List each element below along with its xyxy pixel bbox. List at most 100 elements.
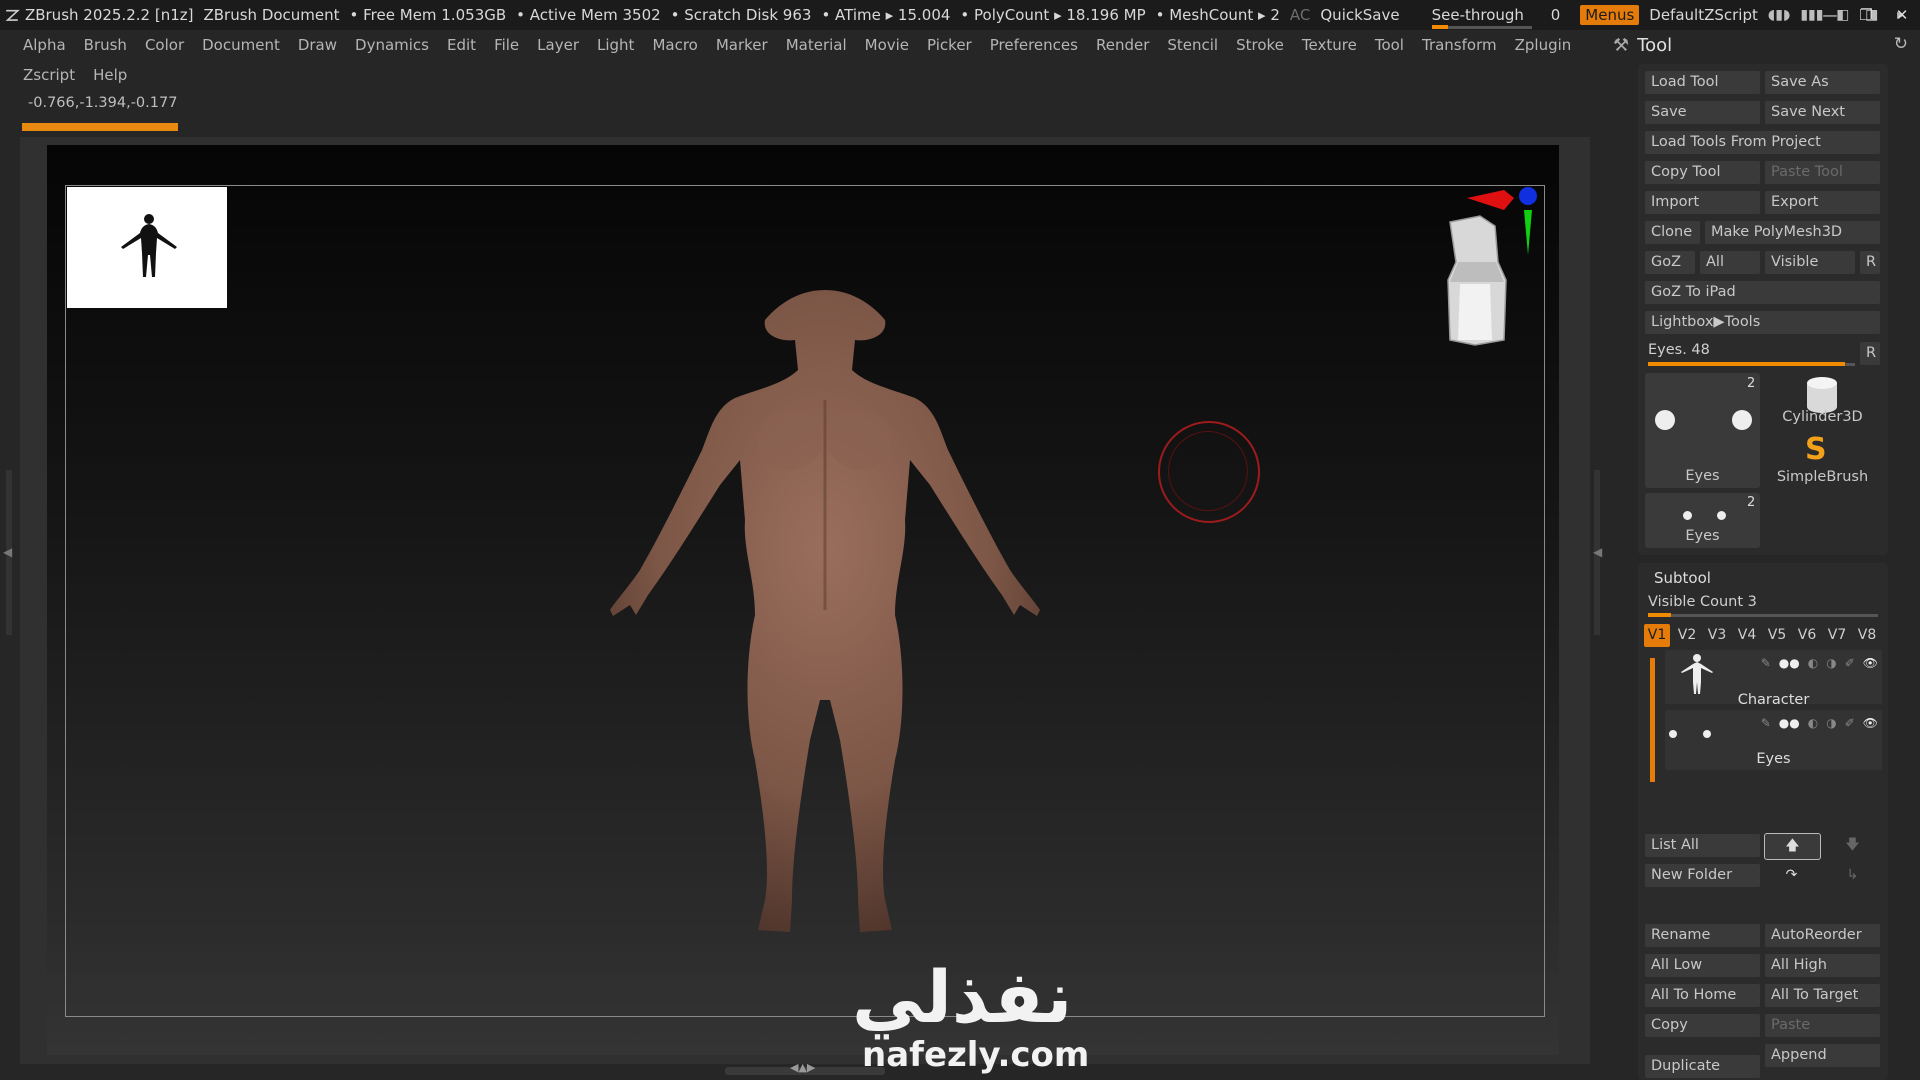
left-tray-arrow-icon[interactable]: ◀ [3, 545, 12, 559]
menu-dynamics[interactable]: Dynamics [346, 30, 438, 60]
tool-tile-eyes-large[interactable]: 2 Eyes [1645, 373, 1760, 488]
append-button[interactable]: Append [1765, 1044, 1880, 1067]
orientation-gizmo[interactable] [1400, 180, 1550, 350]
redo-arrow-icon[interactable]: ↷ [1764, 863, 1819, 888]
menu-edit[interactable]: Edit [438, 30, 485, 60]
right-tray-arrow-icon[interactable]: ◀ [1593, 545, 1602, 559]
save-as-button[interactable]: Save As [1765, 71, 1880, 94]
navigator-thumbnail[interactable] [67, 187, 227, 308]
menu-brush[interactable]: Brush [75, 30, 136, 60]
copy-tool-button[interactable]: Copy Tool [1645, 161, 1760, 184]
tool-tile-cylinder3d[interactable]: Cylinder3D [1765, 373, 1880, 428]
brush-icon[interactable]: ✎ [1761, 716, 1771, 730]
list-all-button[interactable]: List All [1645, 834, 1760, 857]
menu-picker[interactable]: Picker [918, 30, 981, 60]
paint-icon[interactable]: ✐ [1845, 656, 1855, 670]
goz-visible-button[interactable]: Visible [1765, 251, 1855, 274]
new-folder-button[interactable]: New Folder [1645, 864, 1760, 887]
save-next-button[interactable]: Save Next [1765, 101, 1880, 124]
default-zscript-button[interactable]: DefaultZScript [1649, 6, 1758, 24]
eye-icon[interactable]: 👁 [1863, 716, 1878, 730]
lightbox-tools-button[interactable]: Lightbox▶Tools [1645, 311, 1880, 334]
goz-all-button[interactable]: All [1700, 251, 1760, 274]
gizmo-x-axis-icon[interactable] [1467, 190, 1514, 210]
all-to-target-button[interactable]: All To Target [1765, 984, 1880, 1007]
dynamic-icon[interactable]: ◑ [1826, 716, 1836, 730]
menu-draw[interactable]: Draw [289, 30, 346, 60]
save-button[interactable]: Save [1645, 101, 1760, 124]
move-down-icon[interactable]: 🡇 [1825, 833, 1880, 858]
clone-button[interactable]: Clone [1645, 221, 1700, 244]
make-polymesh3d-button[interactable]: Make PolyMesh3D [1705, 221, 1880, 244]
subtool-tab-v5[interactable]: V5 [1764, 624, 1790, 647]
menu-stroke[interactable]: Stroke [1227, 30, 1293, 60]
paste-button[interactable]: Paste [1765, 1014, 1880, 1037]
layout-narrow-icon[interactable]: ◖▮◗ [1768, 5, 1790, 25]
menu-movie[interactable]: Movie [856, 30, 918, 60]
menu-tool[interactable]: Tool [1366, 30, 1413, 60]
tool-tile-simplebrush[interactable]: S SimpleBrush [1765, 432, 1880, 488]
all-to-home-button[interactable]: All To Home [1645, 984, 1760, 1007]
menu-material[interactable]: Material [777, 30, 856, 60]
see-through-slider[interactable]: See-through 0 [1431, 6, 1571, 29]
goz-button[interactable]: GoZ [1645, 251, 1695, 274]
move-up-icon[interactable]: 🡅 [1764, 833, 1821, 860]
all-high-button[interactable]: All High [1765, 954, 1880, 977]
subtool-tab-v7[interactable]: V7 [1824, 624, 1850, 647]
toggle-icon[interactable]: ●● [1779, 716, 1800, 730]
menu-help[interactable]: Help [84, 60, 136, 90]
menus-toggle-button[interactable]: Menus [1580, 5, 1640, 25]
ghost-icon[interactable]: ◐ [1808, 656, 1818, 670]
load-tool-button[interactable]: Load Tool [1645, 71, 1760, 94]
goz-to-ipad-button[interactable]: GoZ To iPad [1645, 281, 1880, 304]
export-button[interactable]: Export [1765, 191, 1880, 214]
minimize-icon[interactable]: — [1812, 6, 1848, 24]
menu-preferences[interactable]: Preferences [981, 30, 1087, 60]
ghost-icon[interactable]: ◐ [1808, 716, 1818, 730]
menu-layer[interactable]: Layer [528, 30, 588, 60]
eye-icon[interactable]: 👁 [1863, 656, 1878, 670]
menu-transform[interactable]: Transform [1413, 30, 1506, 60]
menu-zscript[interactable]: Zscript [14, 60, 84, 90]
menu-alpha[interactable]: Alpha [14, 30, 75, 60]
menu-color[interactable]: Color [136, 30, 193, 60]
return-arrow-icon[interactable]: ↳ [1825, 863, 1880, 888]
subtool-tab-v4[interactable]: V4 [1734, 624, 1760, 647]
eyes-slider-fill[interactable] [1648, 362, 1845, 366]
subtool-tab-v3[interactable]: V3 [1704, 624, 1730, 647]
goz-r-button[interactable]: R [1860, 251, 1880, 274]
tool-tile-eyes-small[interactable]: 2 Eyes [1645, 493, 1760, 548]
gizmo-y-axis-icon[interactable] [1524, 210, 1532, 255]
menu-light[interactable]: Light [588, 30, 643, 60]
rename-button[interactable]: Rename [1645, 924, 1760, 947]
dynamic-icon[interactable]: ◑ [1826, 656, 1836, 670]
character-model[interactable] [530, 280, 1120, 950]
menu-document[interactable]: Document [193, 30, 289, 60]
copy-button[interactable]: Copy [1645, 1014, 1760, 1037]
maximize-icon[interactable]: ❐ [1848, 6, 1884, 24]
bottom-tray-arrow-icon[interactable]: ◀▲▶ [790, 1061, 815, 1074]
paste-tool-button[interactable]: Paste Tool [1765, 161, 1880, 184]
subtool-title[interactable]: Subtool [1654, 569, 1711, 587]
subtool-tab-v6[interactable]: V6 [1794, 624, 1820, 647]
subtool-item-eyes[interactable]: ✎ ●● ◐ ◑ ✐ 👁 Eyes [1665, 710, 1882, 770]
import-button[interactable]: Import [1645, 191, 1760, 214]
ac-indicator[interactable]: AC [1290, 6, 1310, 24]
menu-file[interactable]: File [485, 30, 528, 60]
autoreorder-button[interactable]: AutoReorder [1765, 924, 1880, 947]
quicksave-button[interactable]: QuickSave [1320, 6, 1399, 24]
menu-macro[interactable]: Macro [643, 30, 706, 60]
paint-icon[interactable]: ✐ [1845, 716, 1855, 730]
menu-marker[interactable]: Marker [707, 30, 777, 60]
subtool-tab-v1[interactable]: V1 [1644, 624, 1670, 647]
visible-count-fill[interactable] [1648, 613, 1671, 617]
menu-texture[interactable]: Texture [1293, 30, 1366, 60]
subtool-tab-v2[interactable]: V2 [1674, 624, 1700, 647]
load-tools-from-project-button[interactable]: Load Tools From Project [1645, 131, 1880, 154]
toggle-icon[interactable]: ●● [1779, 656, 1800, 670]
menu-stencil[interactable]: Stencil [1158, 30, 1227, 60]
close-icon[interactable]: ✕ [1884, 6, 1920, 24]
gizmo-z-axis-icon[interactable] [1519, 187, 1537, 205]
brush-icon[interactable]: ✎ [1761, 656, 1771, 670]
duplicate-button[interactable]: Duplicate [1645, 1055, 1760, 1078]
